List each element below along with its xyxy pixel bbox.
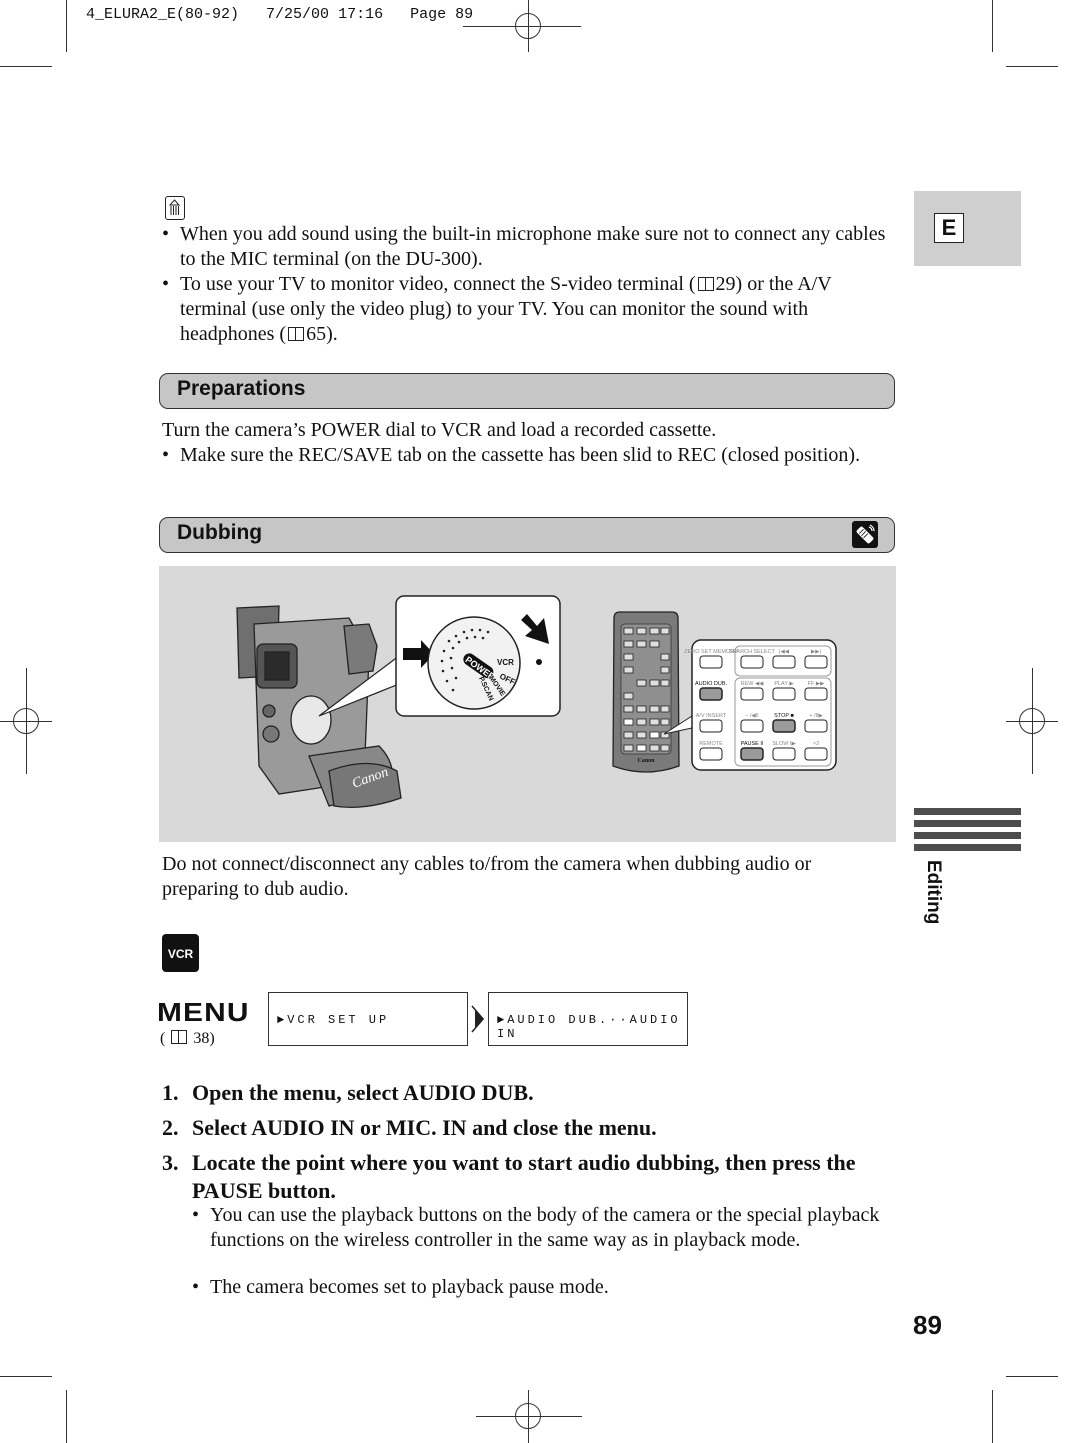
- note-text: 65).: [306, 323, 338, 345]
- remote-button-label: REMOTE: [699, 741, 723, 747]
- remote-button-label: ×2: [813, 741, 819, 747]
- note-text: To use your TV to monitor video, connect…: [180, 273, 696, 295]
- remote-button: [804, 687, 828, 701]
- step-item: 1. Open the menu, select AUDIO DUB.: [162, 1079, 902, 1107]
- remote-button-label: REW ◀◀: [741, 681, 765, 687]
- crop-mark: [992, 0, 993, 52]
- step-text: Locate the point where you want to start…: [192, 1150, 856, 1203]
- remote-button-label: + /II▶: [809, 713, 823, 719]
- page-number: 89: [913, 1310, 942, 1340]
- wireless-controller-illustration: Canon: [612, 611, 680, 773]
- print-header-date: 7/25/00: [266, 6, 330, 23]
- menu-screen-audio-dub: ►AUDIO DUB.··AUDIO IN: [488, 992, 688, 1046]
- remote-button-label: – /◀II: [745, 713, 759, 719]
- preparations-bullet: • Make sure the REC/SAVE tab on the casse…: [162, 443, 892, 468]
- remote-brand-label: Canon: [637, 758, 655, 764]
- remote-button: [772, 747, 796, 761]
- section-label: Editing: [923, 860, 944, 925]
- print-header-page: Page 89: [410, 6, 474, 23]
- preparations-intro: Turn the camera’s POWER dial to VCR and …: [162, 419, 717, 441]
- menu-screen-vcr-setup: ►VCR SET UP: [268, 992, 468, 1046]
- remote-button: [772, 655, 796, 669]
- vcr-mode-badge: VCR: [162, 934, 199, 972]
- note-item: • When you add sound using the built-in m…: [162, 222, 892, 272]
- step-item: 3. Locate the point where you want to sta…: [162, 1149, 902, 1205]
- crop-mark: [1006, 66, 1058, 67]
- caution-text: Do not connect/disconnect any cables to/…: [162, 853, 812, 900]
- registration-circle-icon: [13, 708, 39, 734]
- remote-button-label: A/V INSERT: [696, 713, 727, 719]
- preparations-bullet-text: Make sure the REC/SAVE tab on the casset…: [180, 444, 861, 466]
- remote-button: [804, 655, 828, 669]
- step3-bullet: • The camera becomes set to playback paus…: [192, 1275, 892, 1300]
- menu-page-reference: ( 38): [160, 1030, 215, 1047]
- crop-mark: [0, 1376, 52, 1377]
- step-number: 3.: [162, 1150, 179, 1175]
- dubbing-illustration: Canon POWER VCR OFF MOVIE P.SCAN Canon Z…: [159, 566, 896, 842]
- print-header: 4_ELURA2_E(80-92) 7/25/00 17:16 Page 89: [86, 6, 473, 23]
- dubbing-heading: Dubbing: [177, 521, 263, 544]
- menu-label: MENU: [157, 997, 250, 1027]
- crop-mark: [0, 66, 52, 67]
- wireless-controller-icon: [852, 521, 878, 548]
- crop-mark: [66, 0, 67, 52]
- remote-button-label: SLOW I▶: [772, 741, 796, 747]
- note-item: • To use your TV to monitor video, connec…: [162, 273, 832, 345]
- remote-button: [740, 747, 764, 761]
- double-chevron-right-icon: [471, 1005, 484, 1033]
- preparations-heading-bar: Preparations: [159, 373, 895, 409]
- registration-circle-icon: [515, 13, 541, 39]
- remote-button: [740, 655, 764, 669]
- remote-button: [740, 687, 764, 701]
- illustration-svg: Canon POWER VCR OFF MOVIE P.SCAN Canon Z…: [236, 595, 837, 808]
- step-number: 1.: [162, 1080, 179, 1105]
- dubbing-heading-bar: Dubbing: [159, 517, 895, 553]
- book-reference-icon: [288, 327, 305, 341]
- step-item: 2. Select AUDIO IN or MIC. IN and close t…: [162, 1114, 902, 1142]
- print-header-file: 4_ELURA2_E(80-92): [86, 6, 240, 23]
- step-number: 2.: [162, 1115, 179, 1140]
- language-letter: E: [934, 213, 964, 243]
- note-memo-icon: [165, 196, 185, 220]
- note-text: When you add sound using the built-in mi…: [180, 223, 886, 270]
- remote-button: [699, 655, 723, 669]
- book-reference-icon: [171, 1030, 188, 1044]
- registration-circle-icon: [1019, 708, 1045, 734]
- remote-button: [699, 687, 723, 701]
- menu-path-item: ►VCR SET UP: [277, 1013, 390, 1027]
- remote-button: [699, 747, 723, 761]
- remote-button: [772, 687, 796, 701]
- remote-button-label: |◀◀: [779, 649, 790, 655]
- remote-button-label: FF ▶▶: [808, 681, 825, 687]
- remote-button-label: PLAY ▶: [774, 681, 794, 687]
- remote-button: [699, 719, 723, 733]
- remote-button-label: SEARCH SELECT: [729, 649, 775, 655]
- step-text: Select AUDIO IN or MIC. IN and close the…: [192, 1115, 657, 1140]
- section-stripes: [914, 808, 1021, 851]
- crop-mark: [992, 1390, 993, 1443]
- remote-button: [772, 719, 796, 733]
- dial-label-vcr: VCR: [497, 658, 514, 667]
- crop-mark: [1006, 1376, 1058, 1377]
- remote-button: [740, 719, 764, 733]
- remote-button: [804, 719, 828, 733]
- indicator-dot: [536, 659, 542, 665]
- step3-bullet-text: The camera becomes set to playback pause…: [210, 1276, 609, 1298]
- remote-button-label: STOP ■: [774, 713, 794, 719]
- language-tab: E: [914, 191, 1021, 266]
- remote-button-label: AUDIO DUB.: [695, 681, 728, 687]
- registration-circle-icon: [515, 1403, 541, 1429]
- print-header-time: 17:16: [338, 6, 384, 23]
- book-reference-icon: [697, 277, 714, 291]
- remote-button-label: ▶▶|: [811, 649, 821, 655]
- preparations-heading: Preparations: [177, 377, 306, 400]
- step-text: Open the menu, select AUDIO DUB.: [192, 1080, 534, 1105]
- crop-mark: [66, 1390, 67, 1443]
- remote-button: [804, 747, 828, 761]
- menu-path-item: ►AUDIO DUB.··AUDIO IN: [497, 1013, 681, 1041]
- remote-button-label: PAUSE II: [741, 741, 764, 747]
- step3-bullet: • You can use the playback buttons on the…: [192, 1203, 892, 1253]
- step3-bullet-text: You can use the playback buttons on the …: [210, 1204, 880, 1251]
- menu-ref-page: 38: [193, 1030, 210, 1047]
